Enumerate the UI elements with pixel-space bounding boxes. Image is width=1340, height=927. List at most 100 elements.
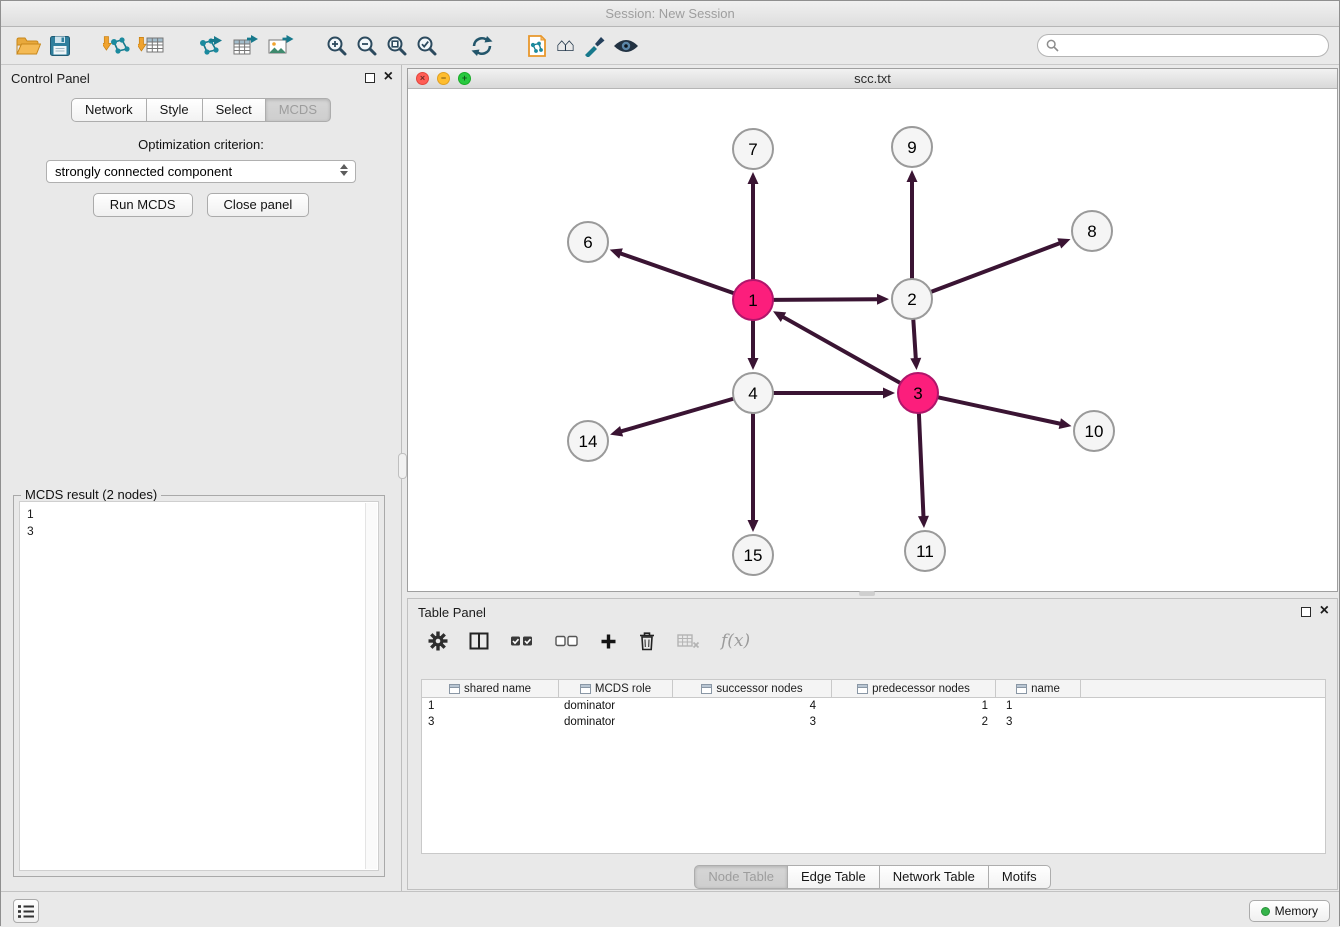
import-table-button[interactable] (134, 31, 169, 61)
export-network-icon (197, 34, 224, 58)
tab-select[interactable]: Select (202, 98, 266, 122)
delete-column-button[interactable] (636, 629, 658, 653)
table-float-icon[interactable] (1301, 607, 1311, 617)
column-header-label: shared name (464, 683, 531, 695)
mcds-buttons-row: Run MCDS Close panel (1, 193, 401, 217)
column-header-label: name (1031, 683, 1060, 695)
cell-name[interactable]: 3 (996, 714, 1081, 730)
graph-edge-3-1[interactable] (783, 317, 899, 383)
table-splitter-handle[interactable] (859, 591, 875, 596)
control-panel-title: Control Panel (11, 71, 90, 86)
tab-mcds[interactable]: MCDS (265, 98, 331, 122)
show-columns-button[interactable] (467, 630, 491, 652)
column-header-mcds-role[interactable]: MCDS role (559, 680, 673, 697)
column-sort-icon (1016, 684, 1027, 694)
tab-motifs[interactable]: Motifs (988, 865, 1051, 889)
graph-edge-arrow-1-6 (610, 248, 623, 258)
select-all-columns-button[interactable] (508, 633, 536, 650)
checked-boxes-icon (510, 635, 534, 648)
tab-style[interactable]: Style (146, 98, 203, 122)
table-panel: Table Panel × (407, 598, 1338, 890)
minimize-window-button[interactable]: − (437, 72, 450, 85)
search-input[interactable] (1037, 34, 1329, 57)
graph-node-label-1: 1 (748, 291, 757, 310)
open-session-button[interactable] (11, 31, 45, 61)
gear-icon (428, 631, 448, 651)
graph-edge-4-14[interactable] (622, 399, 733, 431)
tab-edge-table[interactable]: Edge Table (787, 865, 880, 889)
window-title: Session: New Session (605, 6, 734, 21)
graph-edge-2-3[interactable] (913, 320, 915, 358)
graph-edge-arrow-2-8 (1057, 238, 1070, 248)
cell-shared-name[interactable]: 1 (422, 698, 559, 714)
graph-node-label-6: 6 (583, 233, 592, 252)
status-menu-button[interactable] (13, 899, 39, 923)
panel-splitter-handle[interactable] (398, 453, 407, 479)
function-builder-button[interactable]: f(x) (719, 629, 752, 653)
save-disk-icon (49, 35, 71, 57)
table-row[interactable]: 1dominator411 (422, 698, 1325, 714)
cell-shared-name[interactable]: 3 (422, 714, 559, 730)
zoom-window-button[interactable]: + (458, 72, 471, 85)
show-graphics-details-button[interactable] (609, 31, 643, 61)
column-header-name[interactable]: name (996, 680, 1081, 697)
network-window-titlebar[interactable]: × − + scc.txt (408, 69, 1337, 89)
tab-network[interactable]: Network (71, 98, 147, 122)
network-view-window: × − + scc.txt 7968124314101511 (407, 68, 1338, 592)
graph-edge-2-8[interactable] (932, 243, 1060, 291)
zoom-in-button[interactable] (322, 31, 352, 61)
plus-icon (600, 633, 617, 650)
float-panel-icon[interactable] (365, 73, 375, 83)
paint-style-button[interactable] (579, 31, 609, 61)
graph-edge-3-10[interactable] (939, 397, 1060, 423)
cell-successor-nodes[interactable]: 4 (673, 698, 832, 714)
graph-edge-1-2[interactable] (774, 299, 877, 300)
cell-successor-nodes[interactable]: 3 (673, 714, 832, 730)
network-canvas[interactable]: 7968124314101511 (408, 89, 1337, 591)
export-image-button[interactable] (263, 31, 298, 61)
run-mcds-button[interactable]: Run MCDS (93, 193, 193, 217)
close-panel-button[interactable]: Close panel (207, 193, 310, 217)
tab-network-table[interactable]: Network Table (879, 865, 989, 889)
save-session-button[interactable] (45, 31, 75, 61)
tab-node-table[interactable]: Node Table (694, 865, 788, 889)
export-network-button[interactable] (193, 31, 228, 61)
zoom-selected-button[interactable] (412, 31, 442, 61)
window-titlebar[interactable]: Session: New Session (1, 1, 1339, 27)
zoom-fit-button[interactable] (382, 31, 412, 61)
cell-predecessor-nodes[interactable]: 1 (832, 698, 996, 714)
column-header-predecessor-nodes[interactable]: predecessor nodes (832, 680, 996, 697)
export-table-button[interactable] (228, 31, 263, 61)
unselect-all-columns-button[interactable] (553, 633, 581, 650)
cell-predecessor-nodes[interactable]: 2 (832, 714, 996, 730)
cell-name[interactable]: 1 (996, 698, 1081, 714)
select-stepper-icon (340, 164, 348, 176)
cell-mcds-role[interactable]: dominator (559, 714, 673, 730)
table-close-icon[interactable]: × (1320, 602, 1329, 620)
first-neighbors-button[interactable]: ⌂⌂ (552, 31, 579, 61)
apply-layout-button[interactable] (466, 31, 498, 61)
zoom-out-button[interactable] (352, 31, 382, 61)
close-panel-icon[interactable]: × (384, 68, 393, 86)
import-table-icon (138, 34, 165, 58)
create-column-button[interactable] (598, 631, 619, 652)
optimization-select[interactable]: strongly connected component (46, 160, 356, 183)
mcds-result-box[interactable]: 1 3 (19, 501, 379, 871)
unchecked-boxes-icon (555, 635, 579, 648)
graph-edge-3-11[interactable] (919, 414, 924, 516)
import-network-icon (103, 34, 130, 58)
delete-table-button[interactable] (675, 631, 702, 651)
table-row[interactable]: 3dominator323 (422, 714, 1325, 730)
network-from-clipboard-button[interactable] (522, 31, 552, 61)
node-table-body: 1dominator4113dominator323 (422, 698, 1325, 730)
graph-edge-arrow-2-3 (910, 358, 921, 370)
import-network-button[interactable] (99, 31, 134, 61)
graph-edge-1-6[interactable] (621, 254, 733, 293)
cell-mcds-role[interactable]: dominator (559, 698, 673, 714)
close-window-button[interactable]: × (416, 72, 429, 85)
memory-button[interactable]: Memory (1249, 900, 1330, 922)
column-header-successor-nodes[interactable]: successor nodes (673, 680, 832, 697)
table-settings-button[interactable] (426, 629, 450, 653)
result-scrollbar[interactable] (365, 503, 377, 869)
column-header-shared-name[interactable]: shared name (422, 680, 559, 697)
